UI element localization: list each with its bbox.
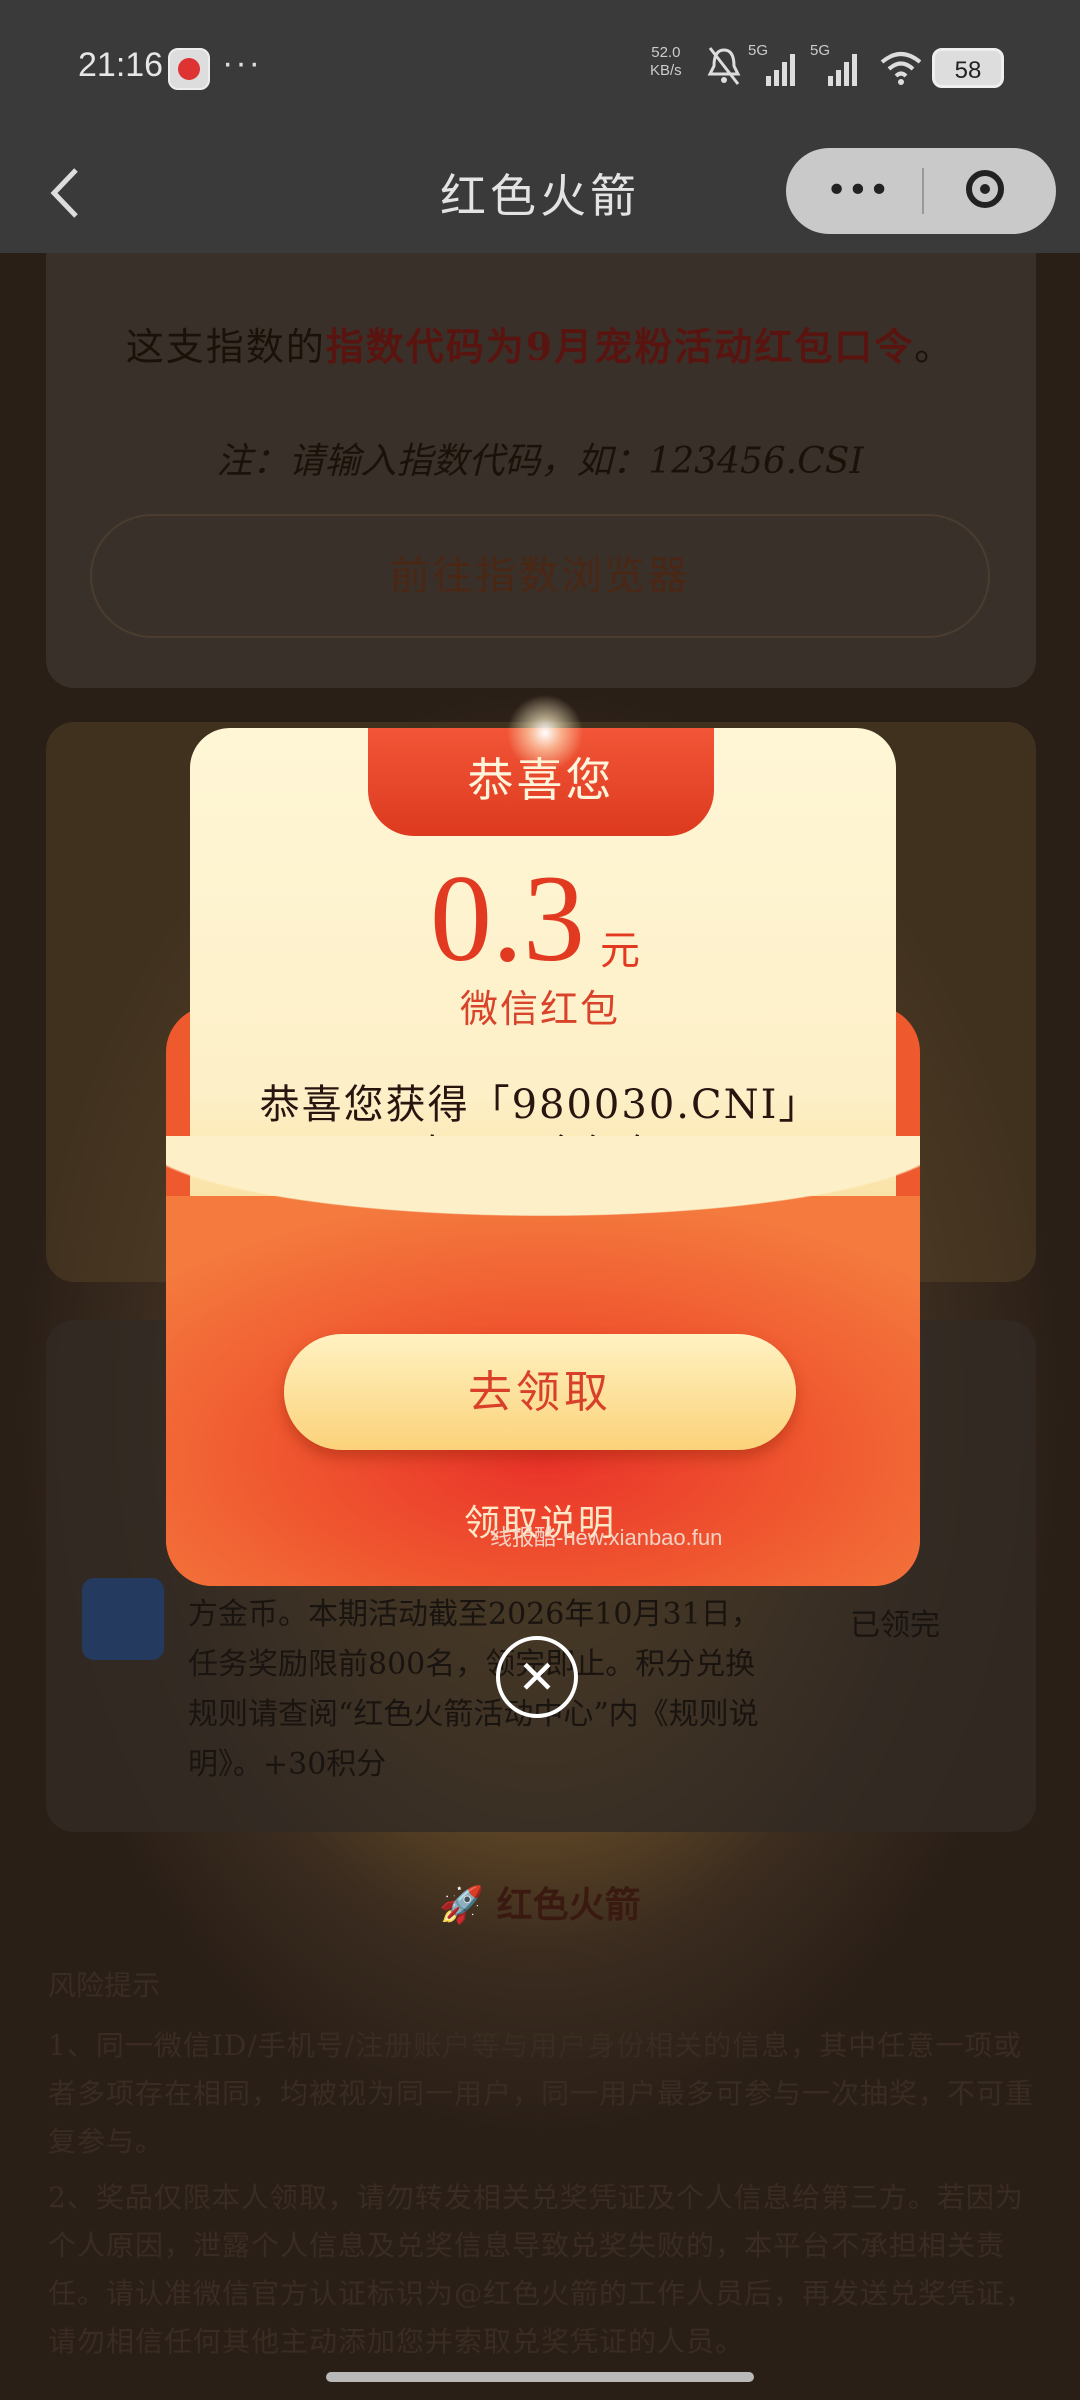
battery-indicator: 58 [932, 48, 1004, 88]
instruction-highlight: 指数代码为9月宠粉活动红包口令 [325, 324, 915, 369]
signal-icon-1 [766, 54, 795, 86]
mute-bell-icon [707, 47, 741, 85]
capsule-divider [922, 168, 924, 214]
sparkle-icon [500, 688, 590, 778]
reward-unit: 元 [600, 928, 640, 974]
rocket-icon: 🚀 [439, 1885, 485, 1926]
reward-type: 微信红包 [459, 987, 620, 1031]
task-status: 已领完 [850, 1608, 940, 1643]
network-speed-unit: KB/s [650, 62, 682, 79]
reward-amount: 0.3 [430, 850, 585, 987]
brand-logo: 🚀 红色火箭 [0, 1876, 1080, 1928]
xianbao-watermark: 线报酷-new.xianbao.fun [490, 1525, 723, 1550]
risk-title: 风险提示 [48, 1969, 161, 2002]
index-browser-button[interactable]: 前往指数浏览器 [90, 514, 990, 638]
brand-name: 红色火箭 [496, 1885, 641, 1926]
wifi-icon [880, 52, 922, 85]
instruction-text-1: 这支指数的 [125, 325, 326, 369]
task-description: 方金币。本期活动截至2026年10月31日，任务奖励限前800名，领完即止。积分… [188, 1597, 761, 1782]
app-notification-icon [168, 48, 210, 90]
index-code-instruction: 这支指数的指数代码为9月宠粉活动红包口令。 [60, 316, 1020, 371]
close-icon[interactable]: ✕ [496, 1636, 578, 1718]
task-icon [82, 1578, 164, 1660]
claim-button[interactable]: 去领取 [284, 1334, 796, 1450]
network-speed: 52.0 KB/s [650, 44, 682, 80]
home-indicator[interactable] [326, 2372, 754, 2382]
status-time: 21:16 [78, 46, 164, 84]
signal-icon-2 [828, 54, 857, 86]
instruction-text-end: 。 [914, 325, 955, 369]
more-options-icon[interactable]: ••• [826, 170, 890, 211]
network-speed-value: 52.0 [651, 44, 681, 61]
envelope-curve [166, 1136, 920, 1276]
risk-paragraph-1: 1、同一微信ID/手机号/注册账户等与用户身份相关的信息，其中任意一项或者多项存… [48, 2029, 1035, 2158]
risk-paragraph-2: 2、奖品仅限本人领取，请勿转发相关兑奖凭证及个人信息给第三方。若因为个人原因，泄… [48, 2181, 1035, 2358]
more-notifications-icon: ··· [222, 44, 262, 82]
index-code-note: 注：请输入指数代码，如：123456.CSI [216, 441, 864, 482]
close-mini-program-icon[interactable] [966, 170, 1004, 208]
